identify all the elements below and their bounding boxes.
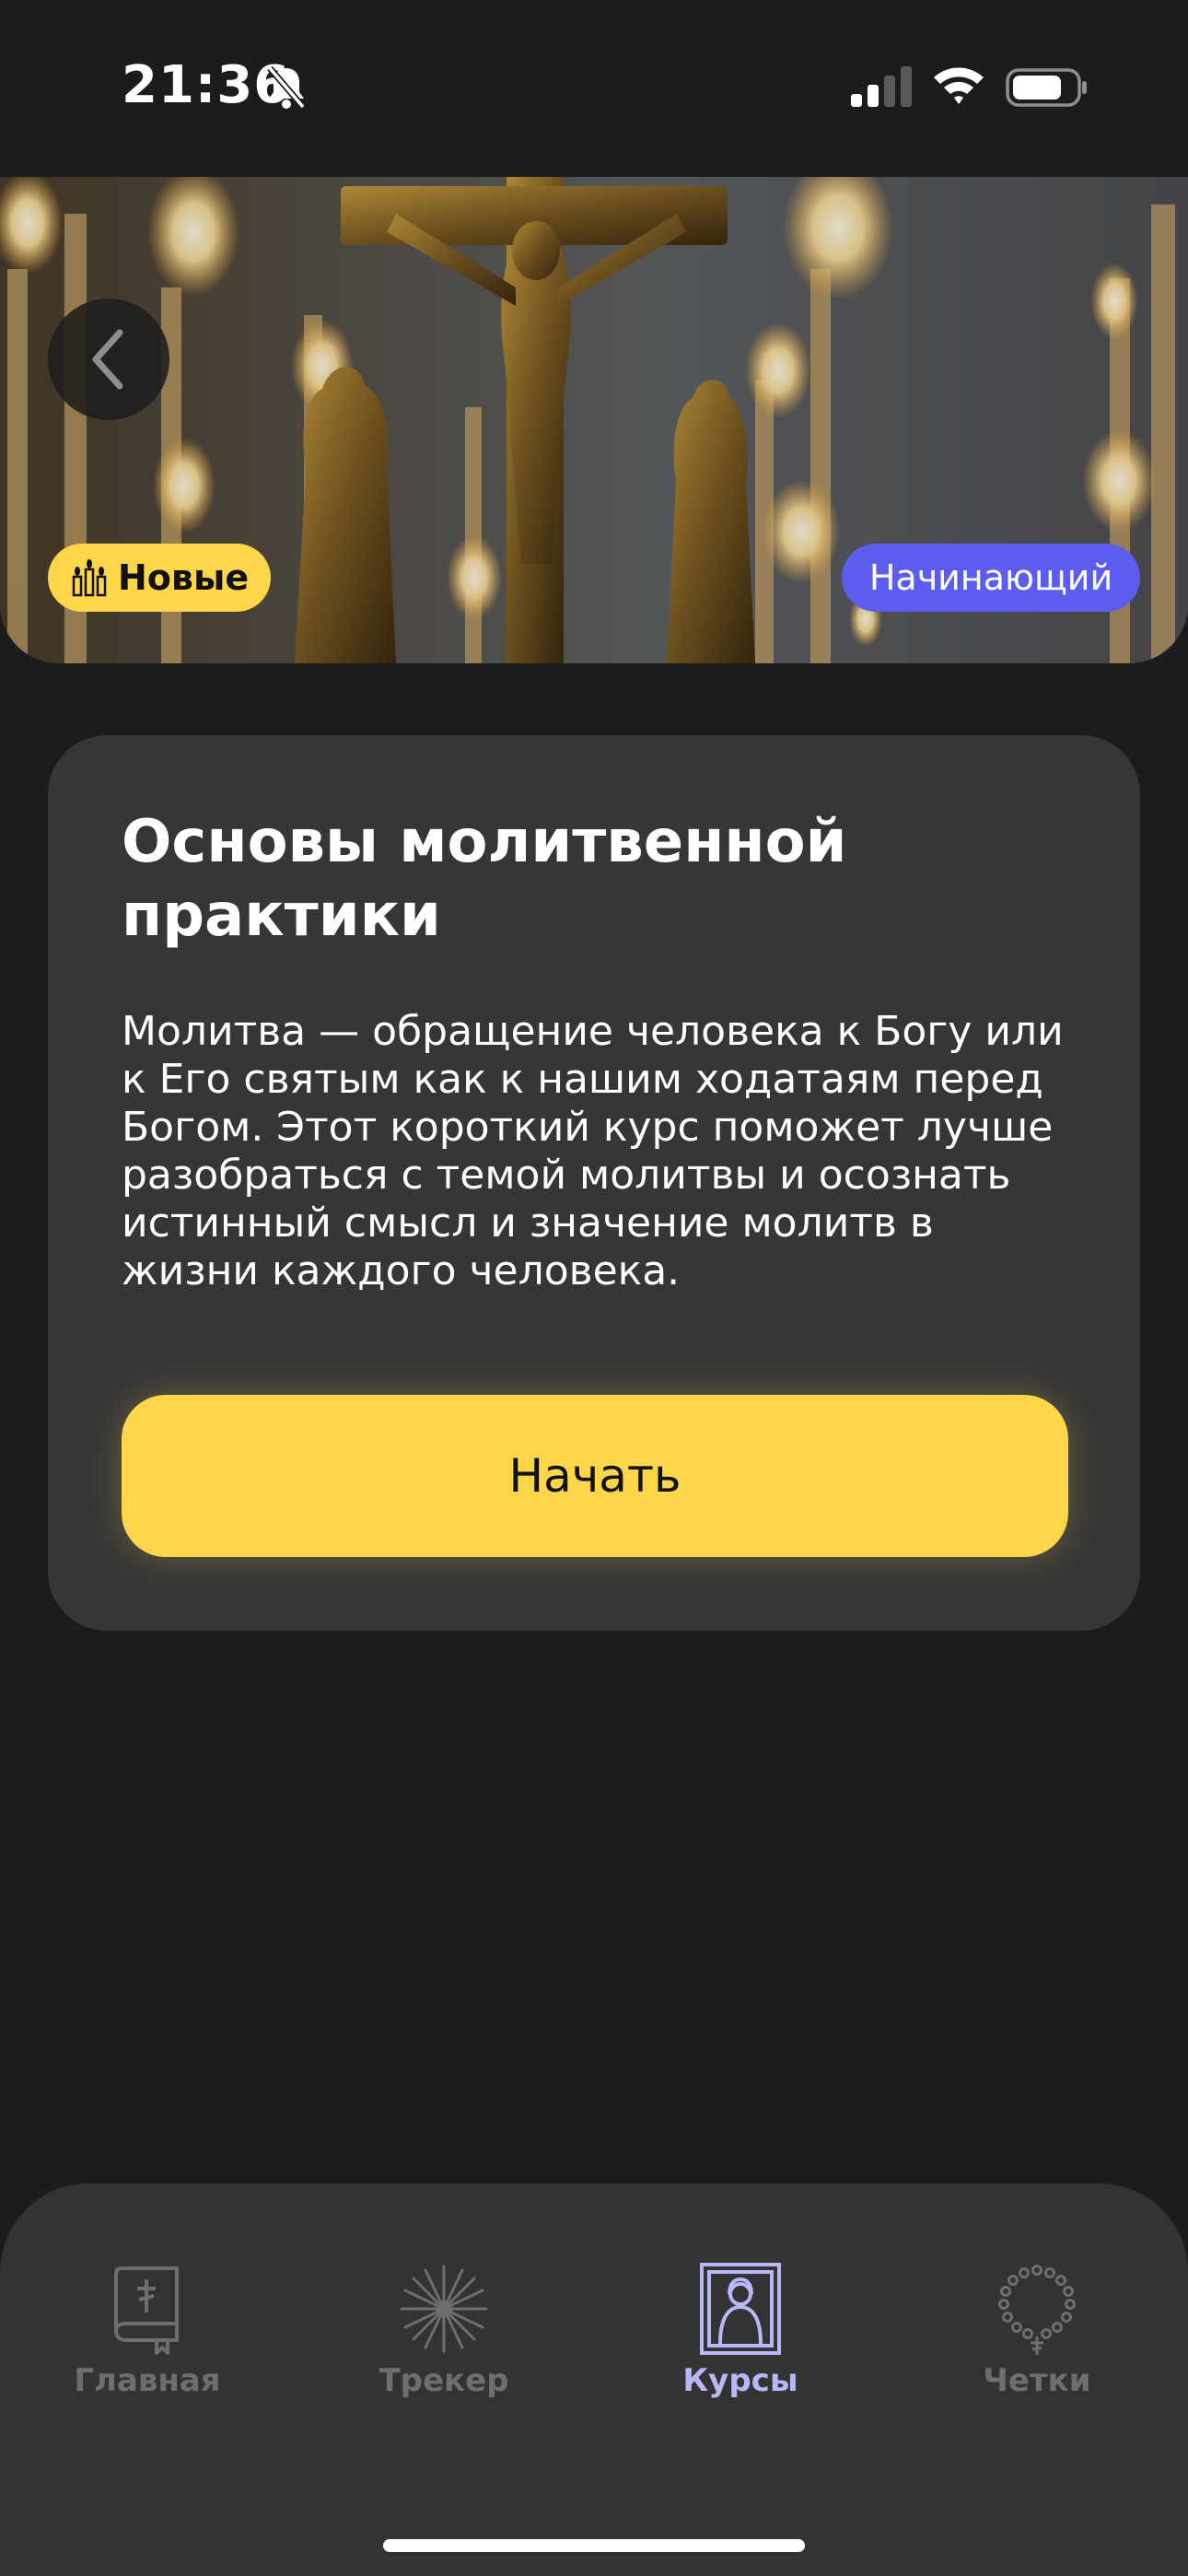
- bible-cross-icon: [114, 2266, 179, 2355]
- badge-new: Новые: [48, 544, 271, 612]
- status-bar: 21:36: [0, 0, 1188, 175]
- badge-level: Начинающий: [842, 544, 1140, 612]
- tab-bar: Главная Трекер Курсы Четки: [0, 2184, 1188, 2576]
- tab-courses[interactable]: Курсы: [639, 2263, 842, 2419]
- bell-slash-icon: [267, 65, 306, 110]
- tab-home-label: Главная: [74, 2362, 221, 2399]
- course-title: Основы молитвенной практики: [122, 808, 847, 950]
- tab-tracker-label: Трекер: [379, 2362, 509, 2399]
- tab-rosary[interactable]: Четки: [936, 2263, 1138, 2419]
- badge-level-label: Начинающий: [868, 557, 1113, 598]
- cellular-signal-icon: [851, 66, 912, 107]
- battery-icon: [1006, 68, 1087, 107]
- course-hero-image: Новые Начинающий: [0, 177, 1188, 663]
- wifi-icon: [934, 67, 984, 104]
- tab-rosary-label: Четки: [983, 2362, 1091, 2399]
- course-description: Молитва — обращение человека к Богу или …: [122, 1008, 1064, 1294]
- tab-courses-label: Курсы: [682, 2362, 798, 2399]
- course-card: Основы молитвенной практики Молитва — об…: [48, 735, 1140, 1631]
- icon-frame-icon: [700, 2263, 781, 2355]
- badge-new-label: Новые: [118, 557, 250, 598]
- home-indicator[interactable]: [383, 2539, 805, 2552]
- chevron-left-icon: [92, 329, 123, 390]
- sunburst-icon: [400, 2265, 488, 2353]
- tab-tracker[interactable]: Трекер: [343, 2263, 545, 2419]
- start-button[interactable]: Начать: [122, 1395, 1068, 1557]
- candles-icon: [72, 559, 107, 597]
- tab-home[interactable]: Главная: [46, 2263, 249, 2419]
- prayer-beads-icon: [998, 2265, 1076, 2355]
- back-button[interactable]: [48, 299, 169, 420]
